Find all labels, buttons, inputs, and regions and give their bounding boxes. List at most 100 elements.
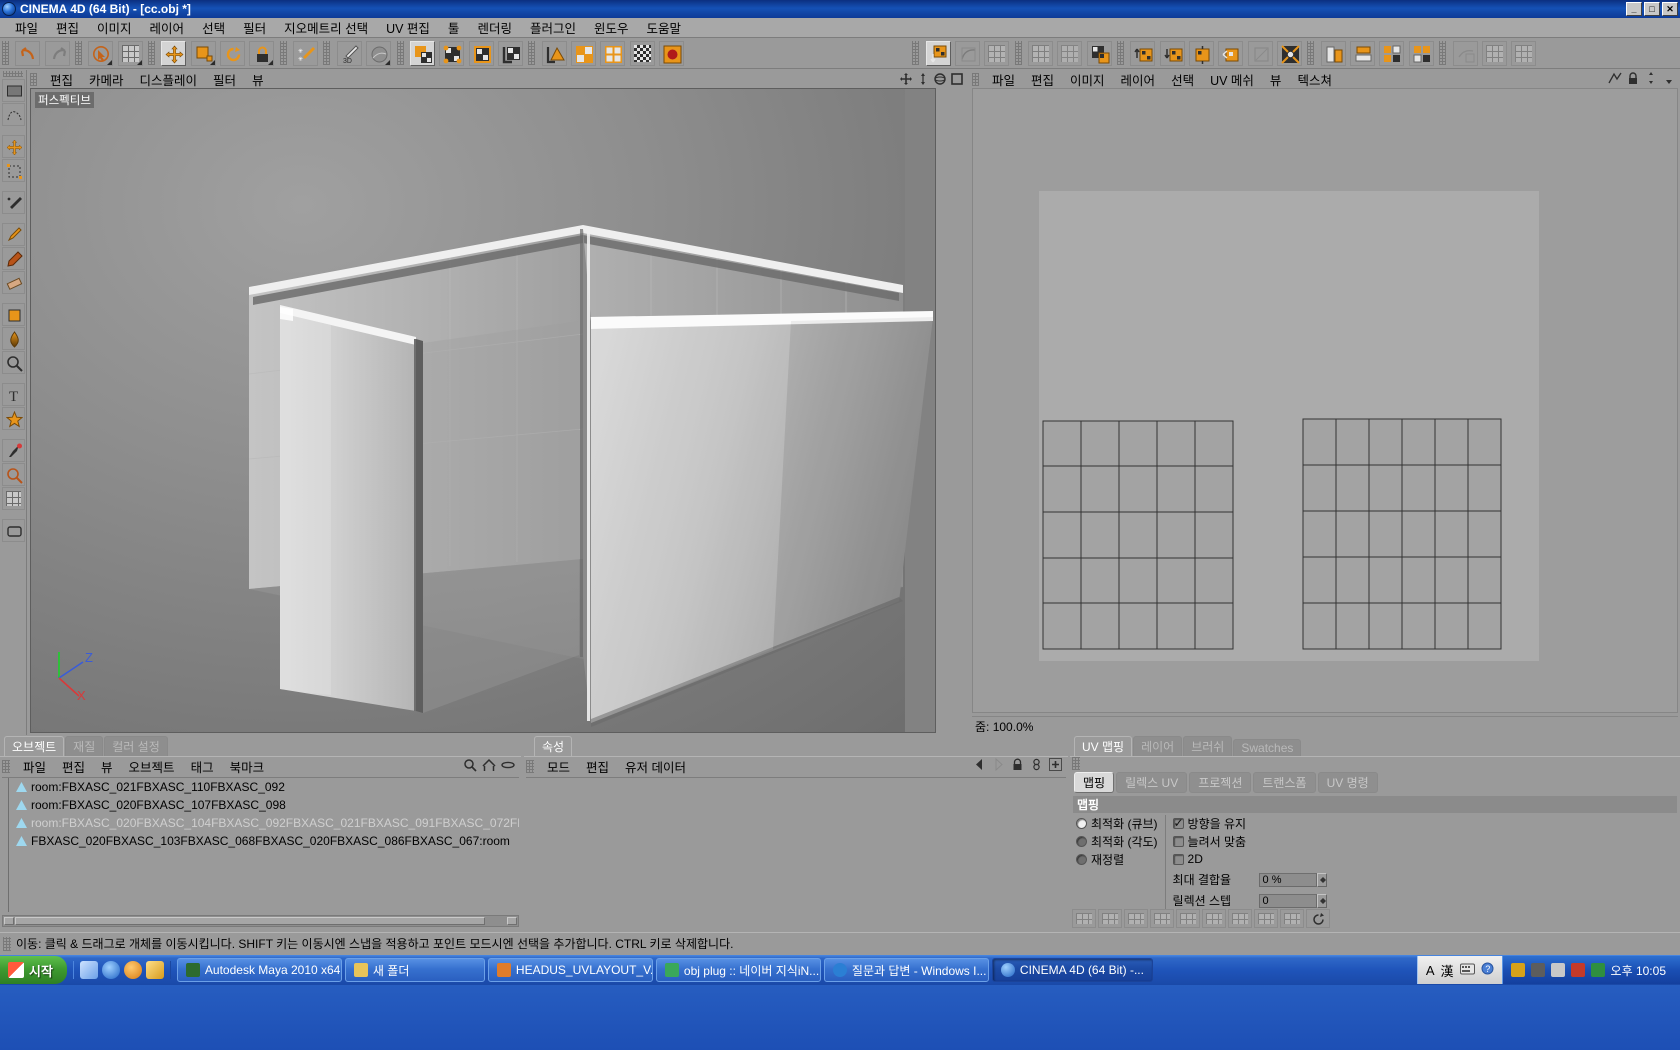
table-row[interactable]: room:FBXASC_021FBXASC_110FBXASC_092 (2, 778, 519, 796)
attributes-menu-userdata[interactable]: 유저 데이터 (617, 757, 694, 776)
uv-op-6-button[interactable] (1202, 908, 1226, 928)
menu-item-geometry-select[interactable]: 지오메트리 선택 (275, 17, 377, 38)
viewport-menu-camera[interactable]: 카메라 (81, 70, 132, 89)
distribute-v-button[interactable] (1408, 41, 1434, 66)
paint-projection-button[interactable] (366, 41, 392, 66)
uv-invert-button[interactable] (1247, 41, 1273, 66)
taskbar-clock[interactable]: 오후 10:05 (1611, 962, 1672, 979)
toolbar-grip-12[interactable] (1439, 41, 1447, 65)
checkbox-2d[interactable]: 2D (1172, 851, 1373, 867)
toolbar-grip-8[interactable] (912, 41, 920, 65)
task-button[interactable]: 질문과 답변 - Windows I... (823, 958, 989, 982)
subtab-uv-commands[interactable]: UV 명령 (1317, 772, 1378, 793)
object-menu-view[interactable]: 뷰 (93, 757, 121, 776)
uv-menu-grip[interactable] (972, 72, 979, 86)
toolbar-grip-6[interactable] (396, 41, 404, 65)
brush-tool[interactable] (1, 223, 25, 246)
uv-texture-mode-button[interactable] (409, 41, 435, 66)
move-tool[interactable] (1, 135, 25, 158)
ime-help-icon[interactable]: ? (1481, 962, 1494, 978)
transform-tool[interactable] (1, 159, 25, 182)
text-tool[interactable]: T (1, 383, 25, 406)
uv-move-down-button[interactable] (1159, 41, 1185, 66)
uv-fit-button[interactable] (1086, 41, 1112, 66)
internet-explorer-icon[interactable] (101, 961, 120, 979)
viewport-menu-view[interactable]: 뷰 (244, 70, 272, 89)
uv-menu-edit[interactable]: 편집 (1023, 70, 1062, 89)
uv-menu-view[interactable]: 뷰 (1262, 70, 1290, 89)
pan-icon[interactable] (899, 72, 913, 86)
uv-op-2-button[interactable] (1098, 908, 1122, 928)
show-desktop-icon[interactable] (79, 961, 98, 979)
task-button[interactable]: 새 폴더 (344, 958, 485, 982)
forward-arrow-icon[interactable] (992, 757, 1005, 774)
magic-wand-tool[interactable] (1, 191, 25, 214)
dropdown-corner-icon[interactable] (385, 60, 391, 65)
uv-move-icon[interactable] (1644, 71, 1658, 88)
uv-menu-select[interactable]: 선택 (1163, 70, 1202, 89)
uv-canvas[interactable] (972, 88, 1678, 713)
scroll-left-arrow[interactable] (4, 917, 14, 925)
viewport-menu-filter[interactable]: 필터 (205, 70, 244, 89)
uv-polygons-mode-button[interactable] (468, 41, 494, 66)
menu-item-render[interactable]: 렌더링 (468, 17, 521, 38)
zoom-region-tool[interactable] (1, 463, 25, 486)
scroll-right-arrow[interactable] (507, 917, 517, 925)
search-icon[interactable] (463, 758, 477, 775)
tab-uv-mapping[interactable]: UV 맵핑 (1074, 736, 1133, 756)
uv-assign-down-button[interactable] (925, 41, 951, 66)
tray-antivirus-icon[interactable] (1570, 963, 1585, 977)
dropdown-corner-icon[interactable] (136, 60, 142, 65)
uv-menu-uvmesh[interactable]: UV 메쉬 (1202, 70, 1262, 89)
object-menu-edit[interactable]: 편집 (54, 757, 93, 776)
menu-item-file[interactable]: 파일 (6, 17, 47, 38)
relaxation-steps-stepper[interactable] (1316, 893, 1327, 908)
scale-tool-button[interactable] (190, 41, 216, 66)
live-selection-button[interactable] (88, 41, 114, 66)
select-rect-tool[interactable] (1, 79, 25, 102)
table-row[interactable]: room:FBXASC_020FBXASC_107FBXASC_098 (2, 796, 519, 814)
menu-item-edit[interactable]: 편집 (47, 17, 88, 38)
uv-menu-layer[interactable]: 레이어 (1113, 70, 1164, 89)
uv-flip-h-button[interactable] (1218, 41, 1244, 66)
pen-tool[interactable] (1, 247, 25, 270)
task-button-active[interactable]: CINEMA 4D (64 Bit) -... (991, 958, 1153, 982)
uv-triangle-button[interactable] (541, 41, 567, 66)
uv-relax-button[interactable] (954, 41, 980, 66)
uv-optimize-button[interactable] (984, 41, 1010, 66)
toolbar-grip-3[interactable] (148, 41, 156, 65)
dolly-icon[interactable] (916, 72, 930, 86)
dropdown-corner-icon[interactable] (107, 60, 113, 65)
viewport-menu-edit[interactable]: 편집 (42, 70, 81, 89)
tray-update-icon[interactable] (1590, 963, 1605, 977)
distribute-h-button[interactable] (1379, 41, 1405, 66)
menu-item-select[interactable]: 선택 (193, 17, 234, 38)
orbit-icon[interactable] (933, 72, 947, 86)
toolbar-grip[interactable] (2, 41, 9, 65)
table-row[interactable]: room:FBXASC_020FBXASC_104FBXASC_092FBXAS… (2, 814, 519, 832)
dropdown-corner-icon[interactable] (209, 60, 215, 65)
render-region-tool[interactable] (1, 519, 25, 542)
ime-indicator[interactable]: A 漢 ? (1416, 956, 1502, 984)
select-tool-2-button[interactable] (117, 41, 143, 66)
tray-network-icon[interactable] (1530, 963, 1545, 977)
menu-item-filter[interactable]: 필터 (234, 17, 275, 38)
uv-edges-mode-button[interactable] (497, 41, 523, 66)
maximize-view-icon[interactable] (950, 72, 964, 86)
uv-lock-icon[interactable] (1626, 71, 1640, 88)
uv-op-7-button[interactable] (1228, 908, 1252, 928)
folder-icon[interactable] (145, 961, 164, 979)
viewport-menu-display[interactable]: 디스플레이 (132, 70, 206, 89)
paint-3d-button[interactable]: 3D (336, 41, 362, 66)
menu-item-window[interactable]: 윈도우 (585, 17, 638, 38)
uv-op-10-button[interactable] (1306, 908, 1330, 928)
shape-star-tool[interactable] (1, 407, 25, 430)
object-menu-grip[interactable] (2, 759, 10, 773)
toolbar-grip-11[interactable] (1307, 41, 1315, 65)
uv-quad-button[interactable] (570, 41, 596, 66)
uv-frame-selected-button[interactable] (1057, 41, 1083, 66)
redo-button[interactable] (44, 41, 70, 66)
checkbox-stretch-to-fit[interactable]: 늘려서 맞춤 (1172, 833, 1373, 849)
uv-menu-image[interactable]: 이미지 (1062, 70, 1113, 89)
menu-item-plugins[interactable]: 플러그인 (521, 17, 585, 38)
